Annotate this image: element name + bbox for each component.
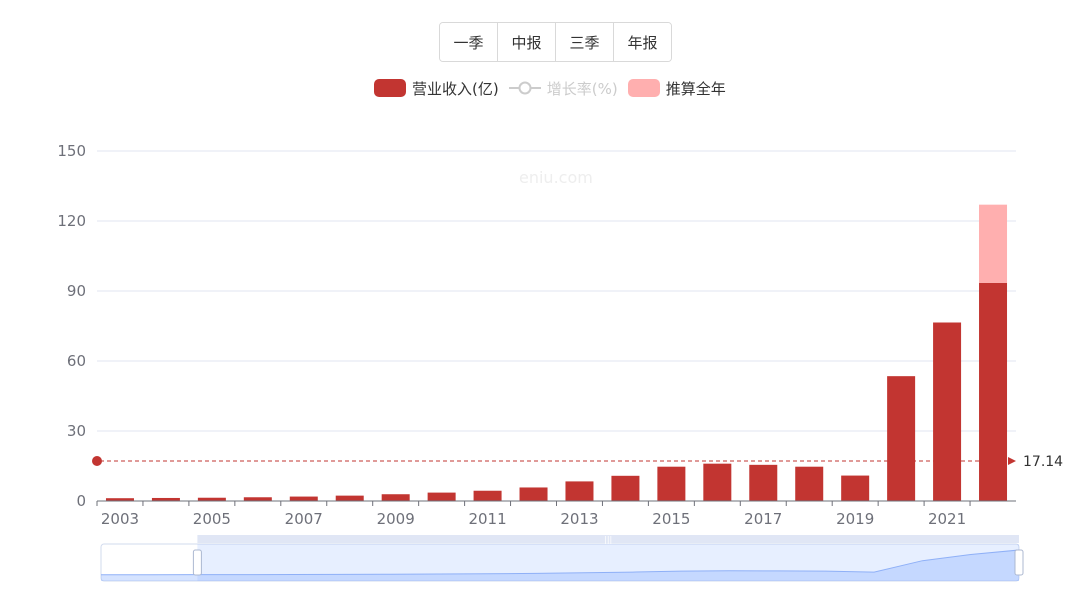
zoom-handle-left[interactable] xyxy=(192,549,202,576)
zoom-handle-right[interactable] xyxy=(1014,549,1024,576)
bar-revenue[interactable] xyxy=(289,496,318,501)
bar-revenue[interactable] xyxy=(657,466,686,501)
revenue-chart: 0 30 60 90 120 150 2003 2005 2007 2009 2011 2013 201… xyxy=(57,142,1063,582)
x-tick-label: 2019 xyxy=(836,510,874,528)
bar-revenue[interactable] xyxy=(335,495,364,501)
x-tick-label: 2011 xyxy=(468,510,506,528)
bar-estimate[interactable] xyxy=(979,204,1008,283)
bar-revenue[interactable] xyxy=(381,494,410,501)
y-tick-label: 120 xyxy=(57,212,86,230)
bar-revenue[interactable] xyxy=(519,487,548,501)
bar-revenue[interactable] xyxy=(427,492,456,501)
y-tick-label: 60 xyxy=(67,352,86,370)
y-tick-label: 30 xyxy=(67,422,86,440)
bar-revenue[interactable] xyxy=(979,282,1008,501)
bar-revenue[interactable] xyxy=(841,475,870,501)
average-line-label: 17.14 xyxy=(1023,454,1063,470)
bar-revenue[interactable] xyxy=(473,490,502,501)
average-line-arrow-icon xyxy=(1008,457,1016,466)
bar-revenue[interactable] xyxy=(887,376,916,501)
y-tick-label: 0 xyxy=(76,492,86,510)
bar-revenue[interactable] xyxy=(611,475,640,501)
x-tick-label: 2005 xyxy=(193,510,231,528)
bar-revenue[interactable] xyxy=(749,464,778,501)
x-tick-label: 2003 xyxy=(101,510,139,528)
y-tick-label: 150 xyxy=(57,142,86,160)
bar-revenue[interactable] xyxy=(703,463,732,501)
x-tick-label: 2013 xyxy=(560,510,598,528)
x-tick-label: 2021 xyxy=(928,510,966,528)
zoom-grip-icon: ||| xyxy=(604,535,612,544)
x-tick-label: 2007 xyxy=(285,510,323,528)
bar-revenue[interactable] xyxy=(795,466,824,501)
bar-revenue[interactable] xyxy=(933,322,962,502)
bar-revenue[interactable] xyxy=(565,481,594,501)
y-tick-label: 90 xyxy=(67,282,86,300)
bar-revenue[interactable] xyxy=(243,497,272,501)
x-tick-label: 2017 xyxy=(744,510,782,528)
x-tick-label: 2015 xyxy=(652,510,690,528)
x-tick-label: 2009 xyxy=(377,510,415,528)
